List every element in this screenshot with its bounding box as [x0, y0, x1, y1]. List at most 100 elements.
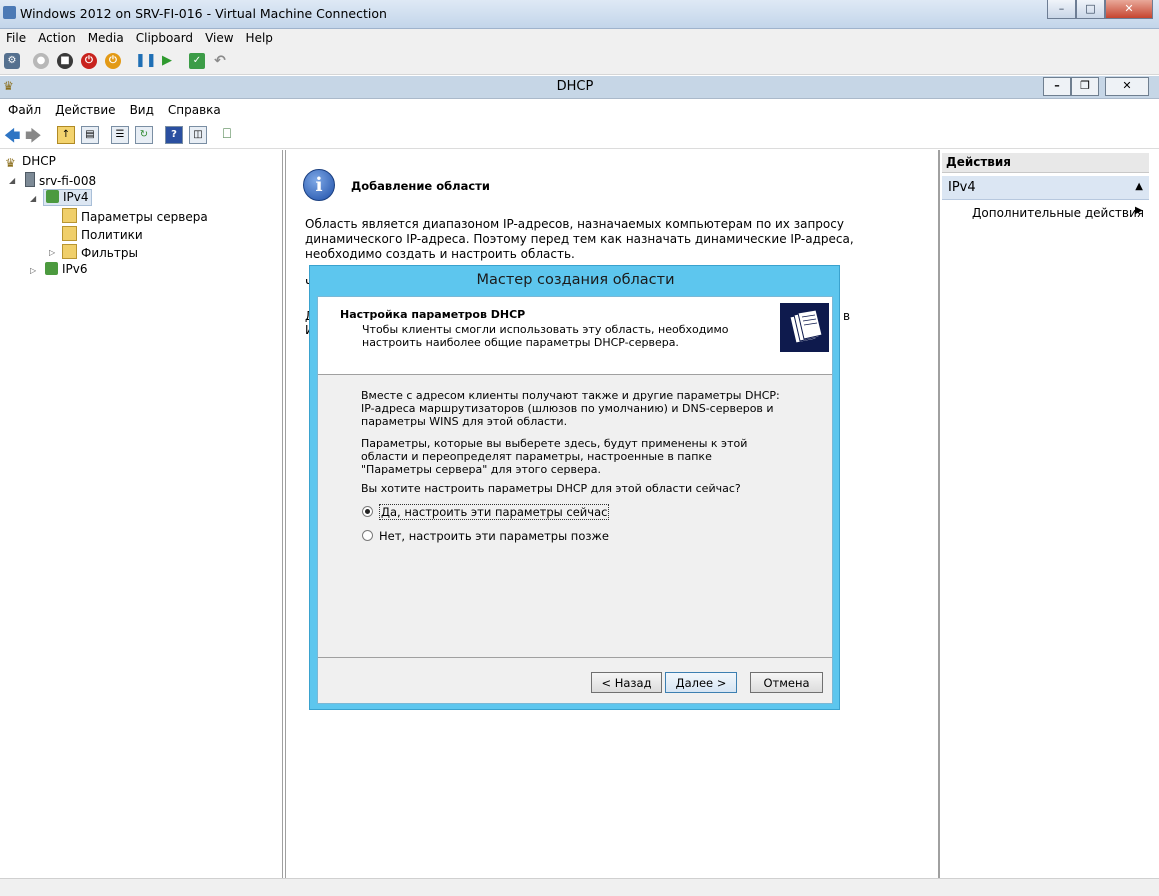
- show-action-pane-icon[interactable]: ◫: [189, 126, 207, 144]
- radio-yes[interactable]: [362, 506, 373, 517]
- wizard-body: Настройка параметров DHCP Чтобы клиенты …: [317, 296, 833, 704]
- dhcp-title-bar: ♛ DHCP – ❐ ✕: [0, 76, 1159, 99]
- next-button[interactable]: Далее >: [665, 672, 737, 693]
- wizard-page-subtitle: Чтобы клиенты смогли использовать эту об…: [362, 323, 729, 349]
- server-icon: [25, 172, 35, 187]
- tree-item-dhcp[interactable]: ♛ DHCP: [5, 154, 56, 170]
- center-description: Область является диапазоном IP-адресов, …: [305, 217, 854, 261]
- policy-icon: [62, 226, 77, 241]
- show-hide-tree-icon[interactable]: ▤: [81, 126, 99, 144]
- checkpoint-icon[interactable]: ✓: [189, 53, 205, 69]
- dhcp-menu-help[interactable]: Справка: [160, 99, 227, 117]
- vm-close-button[interactable]: ✕: [1105, 0, 1153, 19]
- actions-header: Действия: [942, 153, 1149, 173]
- info-icon: i: [303, 169, 335, 201]
- wizard-title: Мастер создания области: [476, 272, 675, 288]
- dhcp-menu-bar: Файл Действие Вид Справка: [0, 99, 1159, 120]
- vm-menu-help[interactable]: Help: [240, 29, 279, 45]
- up-folder-icon[interactable]: ↑: [57, 126, 75, 144]
- wizard-page-title: Настройка параметров DHCP: [340, 308, 526, 321]
- tree-item-server-options[interactable]: Параметры сервера: [62, 208, 208, 224]
- ipv4-icon: [46, 190, 59, 203]
- filter-icon: [62, 244, 77, 259]
- tree-label-dhcp: DHCP: [22, 154, 56, 168]
- back-icon[interactable]: 🡄: [4, 125, 21, 152]
- dhcp-toolbar: 🡄 🡆 ↑ ▤ ☰ ↻ ? ◫ ⎕: [0, 121, 1159, 149]
- turn-off-icon[interactable]: ■: [57, 53, 73, 69]
- vm-title-bar: Windows 2012 on SRV-FI-016 - Virtual Mac…: [0, 0, 1159, 29]
- wizard-paragraph-1: Вместе с адресом клиенты получают также …: [361, 389, 780, 428]
- radio-no-option[interactable]: Нет, настроить эти параметры позже: [362, 529, 609, 543]
- dhcp-minimize-button[interactable]: –: [1043, 77, 1071, 96]
- radio-no[interactable]: [362, 530, 373, 541]
- vm-menu-media[interactable]: Media: [82, 29, 130, 45]
- expand-filters-chevron-icon[interactable]: ▷: [49, 248, 55, 257]
- vm-menu-clipboard[interactable]: Clipboard: [130, 29, 199, 45]
- folder-icon: [62, 208, 77, 223]
- back-button[interactable]: < Назад: [591, 672, 662, 693]
- resume-icon[interactable]: ▶: [159, 53, 175, 69]
- actions-more-link[interactable]: Дополнительные действия: [972, 206, 1144, 220]
- center-text-fragment: в: [843, 309, 851, 323]
- collapse-up-icon[interactable]: ▲: [1135, 181, 1143, 192]
- dhcp-restore-button[interactable]: ❐: [1071, 77, 1099, 96]
- dhcp-close-button[interactable]: ✕: [1105, 77, 1149, 96]
- pause-icon[interactable]: ❚❚: [135, 53, 157, 69]
- expand-ipv4-chevron-icon[interactable]: ◢: [30, 194, 36, 203]
- wizard-question: Вы хотите настроить параметры DHCP для э…: [361, 482, 741, 495]
- tree-label-policies: Политики: [81, 228, 143, 242]
- vm-menu-bar: File Action Media Clipboard View Help: [0, 29, 1159, 49]
- tree-item-ipv6[interactable]: IPv6: [45, 262, 88, 276]
- vm-menu-file[interactable]: File: [0, 29, 32, 45]
- monitor-icon[interactable]: ⎕: [219, 126, 235, 142]
- refresh-icon[interactable]: ↻: [135, 126, 153, 144]
- vm-menu-view[interactable]: View: [199, 29, 239, 45]
- actions-pane: Действия IPv4 ▲ Дополнительные действия …: [939, 150, 1159, 878]
- expand-server-chevron-icon[interactable]: ◢: [9, 176, 15, 185]
- tree-label-server-options: Параметры сервера: [81, 210, 208, 224]
- revert-icon[interactable]: ↶: [212, 53, 228, 69]
- vm-minimize-button[interactable]: –: [1047, 0, 1076, 19]
- center-title: Добавление области: [351, 179, 490, 193]
- actions-section-label: IPv4: [948, 180, 976, 195]
- tree-label-ipv6: IPv6: [62, 262, 88, 276]
- dhcp-root-icon: ♛: [5, 156, 16, 170]
- status-bar: [0, 878, 1159, 896]
- forward-icon[interactable]: 🡆: [25, 125, 42, 152]
- tree-item-policies[interactable]: Политики: [62, 226, 143, 242]
- radio-yes-option[interactable]: Да, настроить эти параметры сейчас: [362, 504, 610, 520]
- vm-toolbar: ⚙ ● ■ ⏻ ⏻ ❚❚ ▶ ✓ ↶: [0, 49, 1159, 75]
- radio-no-label: Нет, настроить эти параметры позже: [379, 529, 609, 543]
- ipv6-icon: [45, 262, 58, 275]
- new-scope-wizard: Мастер создания области Настройка параме…: [309, 265, 840, 710]
- dhcp-menu-action[interactable]: Действие: [47, 99, 121, 117]
- tree-label-ipv4: IPv4: [63, 190, 89, 204]
- properties-icon[interactable]: ☰: [111, 126, 129, 144]
- actions-more-label: Дополнительные действия: [972, 206, 1145, 220]
- wizard-paragraph-2: Параметры, которые вы выберете здесь, бу…: [361, 437, 748, 476]
- actions-section-ipv4[interactable]: IPv4 ▲: [942, 176, 1149, 200]
- radio-yes-label: Да, настроить эти параметры сейчас: [379, 504, 610, 520]
- console-tree: ♛ DHCP ◢ srv-fi-008 ◢ IPv4 Параметры серв…: [0, 150, 283, 878]
- cancel-button[interactable]: Отмена: [750, 672, 823, 693]
- vm-menu-action[interactable]: Action: [32, 29, 82, 45]
- tree-item-filters[interactable]: Фильтры: [62, 244, 138, 260]
- tree-label-filters: Фильтры: [81, 246, 138, 260]
- tree-item-ipv4[interactable]: IPv4: [43, 189, 92, 206]
- shutdown-icon[interactable]: ⏻: [81, 53, 97, 69]
- vm-maximize-button[interactable]: □: [1076, 0, 1105, 19]
- vm-window-title: Windows 2012 on SRV-FI-016 - Virtual Mac…: [20, 6, 387, 21]
- dhcp-menu-file[interactable]: Файл: [0, 99, 47, 117]
- submenu-arrow-icon: ▶: [1135, 205, 1143, 216]
- start-icon[interactable]: ●: [33, 53, 49, 69]
- help-icon[interactable]: ?: [165, 126, 183, 144]
- power-icon[interactable]: ⏻: [105, 53, 121, 69]
- dhcp-menu-view[interactable]: Вид: [122, 99, 160, 117]
- expand-ipv6-chevron-icon[interactable]: ▷: [30, 266, 36, 275]
- vm-app-icon: [3, 6, 16, 19]
- ctrl-alt-del-icon[interactable]: ⚙: [4, 53, 20, 69]
- wizard-separator: [318, 657, 832, 658]
- tree-item-server[interactable]: srv-fi-008: [25, 172, 96, 188]
- tree-label-server: srv-fi-008: [39, 174, 97, 188]
- wizard-header: Настройка параметров DHCP Чтобы клиенты …: [318, 297, 832, 375]
